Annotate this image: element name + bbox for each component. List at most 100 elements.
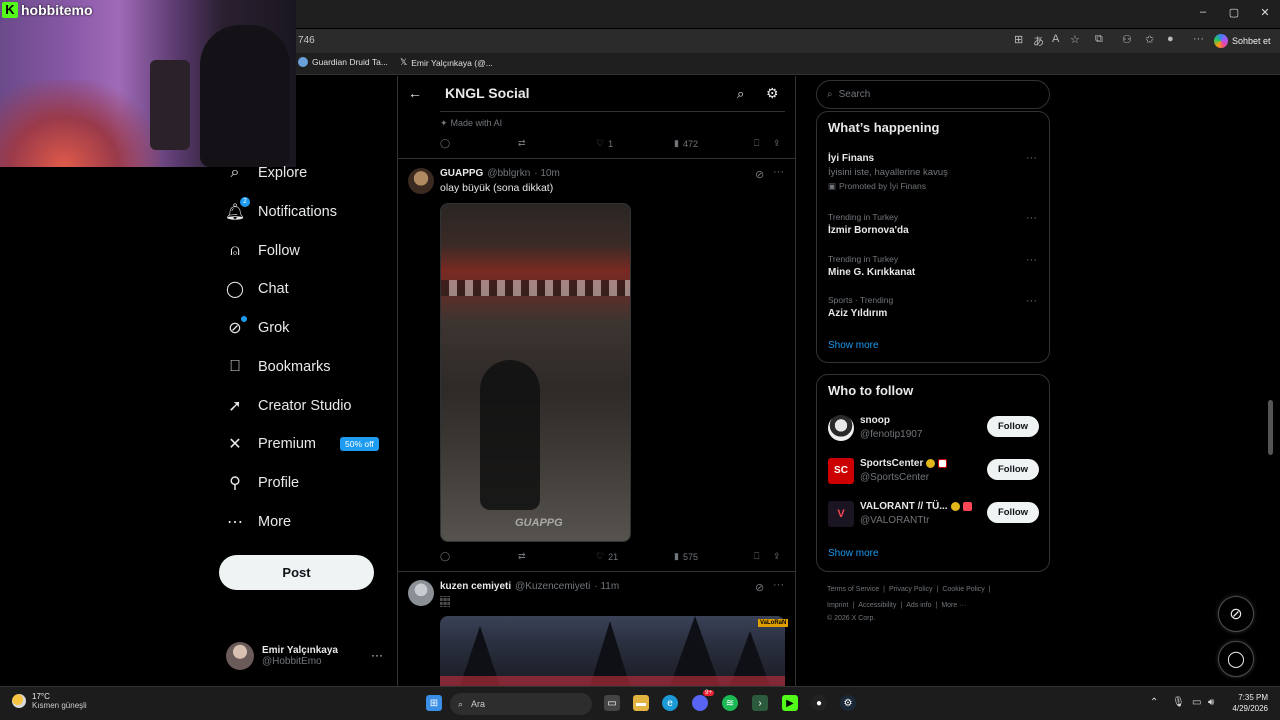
tweet-time[interactable]: · 11m [594,581,619,592]
trend-item[interactable]: İyi Finans İyisini iste, hayallerine kav… [828,153,948,192]
bookmark-icon[interactable]: ⎕ [754,138,759,149]
bookmark-guardian-druid[interactable]: Guardian Druid Ta... [298,57,388,67]
nav-more[interactable]: ⋯ More [226,507,291,537]
views-button[interactable]: ▮ 575 [674,551,698,562]
bookmark-icon[interactable]: ⎕ [754,551,759,562]
nav-creator-studio[interactable]: ➚ Creator Studio [226,391,351,421]
translate-icon[interactable]: あ [1033,33,1044,49]
account-more-icon[interactable]: ··· [371,648,383,662]
system-clock[interactable]: 7:35 PM 4/29/2026 [1224,692,1268,714]
follow-suggestion[interactable]: V VALORANT // TÜ... @VALORANTtr Follow [828,499,1040,529]
search-icon[interactable]: ⌕ [737,86,744,102]
obs-icon[interactable]: ● [811,695,827,711]
tweet-author-name[interactable]: GUAPPG [440,168,483,179]
more-options-icon[interactable]: ··· [773,166,784,178]
edge-browser-icon[interactable]: e [662,695,678,711]
retweet-icon[interactable]: ⇄ [518,551,526,562]
gear-icon[interactable]: ⚙ [766,85,779,102]
follow-button[interactable]: Follow [987,416,1039,437]
nav-grok[interactable]: ⊘ Grok [226,313,289,343]
volume-icon[interactable]: 🔊︎ [1208,697,1214,708]
more-options-icon[interactable]: ··· [1026,212,1037,224]
extensions-icon[interactable]: ⧉ [1095,33,1103,46]
steam-icon[interactable]: ⚙ [840,695,856,711]
avatar[interactable] [408,580,434,606]
footer-link-privacy[interactable]: Privacy Policy [889,586,933,593]
app-grid-icon[interactable]: ⊞ [1014,33,1023,46]
like-button[interactable]: ♡ 1 [596,138,613,149]
retweet-icon[interactable]: ⇄ [518,138,526,149]
share-icon[interactable]: ⇪ [773,138,781,149]
favorite-star-icon[interactable]: ☆ [1070,33,1080,46]
favorites-icon[interactable]: ✩ [1145,33,1154,46]
nav-chat[interactable]: ◯ Chat [226,274,289,304]
taskbar-search[interactable]: ⌕ Ara [450,693,592,715]
grok-icon[interactable]: ⊘ [755,581,764,594]
nav-profile[interactable]: ⚲ Profile [226,468,299,498]
task-view-icon[interactable]: ▭ [604,695,620,711]
reply-icon[interactable]: ◯ [440,551,450,562]
bookmark-emir-profile[interactable]: 𝕏 Emir Yalçınkaya (@... [400,57,493,68]
footer-link-more[interactable]: More ··· [941,602,966,609]
avatar[interactable] [408,168,434,194]
browser-menu-icon[interactable]: ··· [1193,33,1204,45]
footer-link-accessibility[interactable]: Accessibility [858,602,896,609]
tweet-time[interactable]: · 10m [534,168,560,179]
search-input[interactable]: ⌕ Search [816,80,1050,109]
display-icon[interactable]: ▭ [1192,697,1201,708]
chat-fab-button[interactable]: ◯ [1218,641,1254,677]
more-options-icon[interactable]: ··· [1026,152,1037,164]
more-options-icon[interactable]: ··· [773,579,784,591]
tweet-author-handle[interactable]: @Kuzencemiyeti [515,581,590,592]
follow-suggestion[interactable]: snoop @fenotip1907 Follow [828,413,1040,443]
account-switcher[interactable]: Emir Yalçınkaya @HobbitEmo [226,640,386,672]
follow-button[interactable]: Follow [987,459,1039,480]
file-explorer-icon[interactable]: ▬ [633,695,649,711]
footer-link-terms[interactable]: Terms of Service [827,586,879,593]
grok-fab-button[interactable]: ⊘ [1218,596,1254,632]
like-button[interactable]: ♡ 21 [596,551,618,562]
nav-premium[interactable]: ✕ Premium 50% off [226,429,379,459]
follow-suggestion[interactable]: SC SportsCenter @SportsCenter Follow [828,456,1040,486]
microphone-icon[interactable]: 🎙︎ [1172,697,1185,708]
trend-item[interactable]: Trending in Turkey İzmir Bornova'da [828,212,909,236]
more-options-icon[interactable]: ··· [1026,295,1037,307]
read-aloud-icon[interactable]: A [1052,33,1059,45]
profile-icon[interactable]: ● [1167,33,1174,45]
footer-link-imprint[interactable]: Imprint [827,602,848,609]
views-button[interactable]: ▮ 472 [674,138,698,149]
post-button[interactable]: Post [219,555,374,590]
more-options-icon[interactable]: ··· [1026,254,1037,266]
share-icon[interactable]: ⇪ [773,551,781,562]
spotify-icon[interactable]: ≋ [722,695,738,711]
terminal-app-icon[interactable]: › [752,695,768,711]
maximize-button[interactable]: ▢ [1219,6,1249,19]
copilot-button[interactable]: Sohbet et [1214,32,1271,50]
minimize-button[interactable]: – [1188,6,1218,18]
reply-icon[interactable]: ◯ [440,138,450,149]
footer-link-ads-info[interactable]: Ads info [906,602,931,609]
split-screen-icon[interactable]: ⚇ [1122,33,1132,46]
nav-notifications[interactable]: 🔔︎ 2 Notifications [225,197,337,227]
follow-button[interactable]: Follow [987,502,1039,523]
trend-item[interactable]: Trending in Turkey Mine G. Kırıkkanat [828,254,915,278]
tweet-author-name[interactable]: kuzen cemiyeti [440,581,511,592]
show-more-trends-link[interactable]: Show more [828,340,879,351]
grok-icon[interactable]: ⊘ [755,168,764,181]
page-scrollbar[interactable] [1268,400,1273,455]
kick-app-icon[interactable]: ▶ [782,695,798,711]
windows-start-icon[interactable]: ⊞ [426,695,442,711]
show-more-follow-link[interactable]: Show more [828,548,879,559]
footer-link-cookie[interactable]: Cookie Policy [942,586,984,593]
nav-follow[interactable]: ⍝ Follow [226,236,300,266]
close-window-button[interactable]: ✕ [1250,6,1280,19]
trend-item[interactable]: Sports · Trending Aziz Yıldırım [828,295,893,319]
back-arrow-icon[interactable]: ← [408,85,422,101]
nav-bookmarks[interactable]: ⎕ Bookmarks [226,352,330,382]
weather-widget[interactable]: 17°C Kısmen güneşli [12,692,87,710]
tweet-author-handle[interactable]: @bblgrkn [487,168,530,179]
chevron-up-icon[interactable]: ⌃ [1150,697,1158,708]
nav-explore[interactable]: ⌕ Explore [226,158,308,188]
discord-icon[interactable]: 9+ [692,690,714,711]
tweet-image[interactable] [440,616,785,686]
